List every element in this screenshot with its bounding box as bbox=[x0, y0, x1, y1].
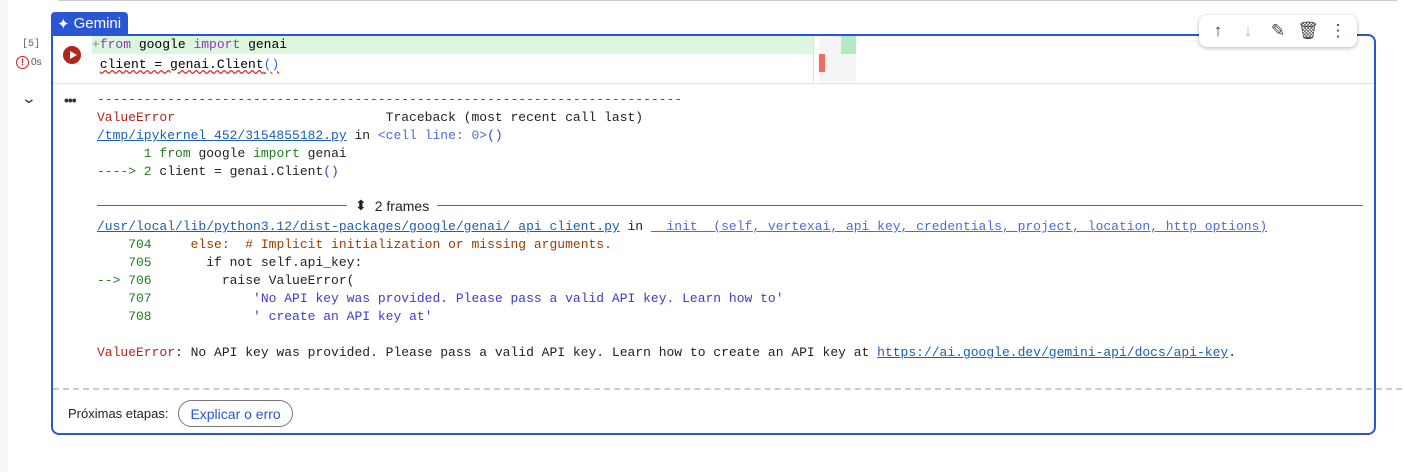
collapse-output-icon[interactable]: ⌄ bbox=[21, 90, 37, 107]
divider bbox=[53, 83, 1374, 84]
expand-icon: ⬍ bbox=[355, 197, 367, 213]
code-line-1[interactable]: +from google import genai bbox=[92, 36, 813, 54]
left-strip bbox=[0, 0, 8, 472]
arrow-down-icon[interactable]: ↓ bbox=[1236, 21, 1260, 41]
minimap-error bbox=[819, 54, 825, 72]
next-steps: Próximas etapas: Explicar o erro bbox=[68, 400, 293, 427]
cell-toolbar: ↑ ↓ ✎ 🗑 ⋮ bbox=[1199, 15, 1357, 47]
trash-icon[interactable]: 🗑 bbox=[1296, 21, 1320, 41]
error-icon: ! bbox=[16, 56, 29, 69]
minimap-added bbox=[841, 36, 856, 54]
magic-pen-icon[interactable]: ✎ bbox=[1266, 21, 1290, 41]
execution-status: ! 0s bbox=[16, 56, 42, 69]
more-vert-icon[interactable]: ⋮ bbox=[1326, 21, 1350, 41]
file-link[interactable]: /usr/local/lib/python3.12/dist-packages/… bbox=[97, 219, 620, 234]
output-menu-icon[interactable]: ••• bbox=[64, 92, 77, 108]
divider bbox=[58, 0, 1397, 1]
traceback-frame: /usr/local/lib/python3.12/dist-packages/… bbox=[97, 219, 1268, 360]
explain-error-button[interactable]: Explicar o erro bbox=[178, 400, 293, 427]
file-link[interactable]: /tmp/ipykernel_452/3154855182.py bbox=[97, 128, 347, 143]
sparkle-icon: ✦ bbox=[57, 15, 70, 33]
frames-toggle[interactable]: ⬍ 2 frames bbox=[97, 197, 1363, 214]
docs-link[interactable]: https://ai.google.dev/gemini-api/docs/ap… bbox=[877, 345, 1228, 360]
divider bbox=[53, 388, 1402, 390]
gemini-tab[interactable]: ✦ Gemini bbox=[51, 12, 128, 35]
arrow-up-icon[interactable]: ↑ bbox=[1206, 21, 1230, 41]
execution-count: [5] bbox=[22, 39, 41, 50]
gutter bbox=[813, 36, 814, 82]
run-button[interactable] bbox=[63, 46, 81, 64]
code-line-2[interactable]: client = genai.Client() bbox=[92, 56, 279, 74]
traceback-output: ----------------------------------------… bbox=[97, 92, 683, 179]
